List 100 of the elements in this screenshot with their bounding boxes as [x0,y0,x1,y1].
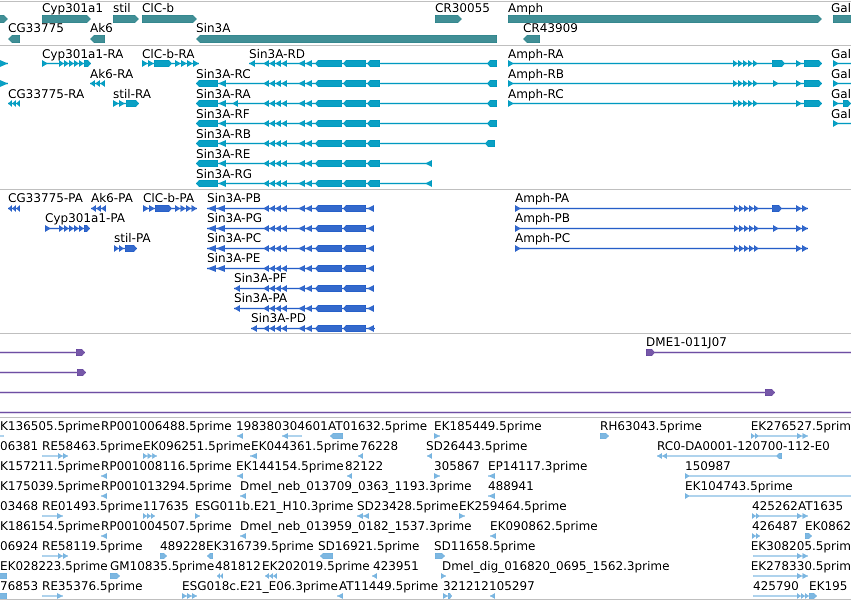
est-label: 82122 [345,460,384,472]
est-label: 105297 [489,580,535,592]
est-label: ESG011b.E21_H10.3prime [195,500,354,512]
transcript-label: ClC-b-RA [142,48,194,60]
est-label: EK044361.5prime [251,440,359,452]
est-label: 117635 [143,500,189,512]
est-label: K136505.5prime [0,420,100,432]
gene-label: CR30055 [435,2,490,14]
est-label: EK0862 [805,520,851,532]
est-label: EP14117.3prime [488,460,588,472]
est-label: K157211.5prime [0,460,100,472]
gene-label: Gal [831,2,851,14]
gene-label: Amph [508,2,544,14]
est-label: EK276527.5prim [750,420,851,432]
transcript-label: Sin3A-RE [196,148,250,160]
est-label: Dmel_neb_013959_0182_1537.3prime [240,520,472,532]
transcript-label: Cyp301a1-RA [42,48,124,60]
transcript-label: Amph-RB [508,68,564,80]
est-label: EK278330.5prim [750,560,851,572]
est-label: SD16921.5prime [318,540,420,552]
est-label: ESG018c.E21_E06.3prime [182,580,338,592]
est-label: RH63043.5prime [600,420,702,432]
clone-label: DME1-011J07 [646,336,727,348]
est-label: RC0-DA0001-120700-112-E0 [657,440,830,452]
est-label: RP001013294.5prime [101,480,232,492]
est-label: EK316739.5prime [206,540,314,552]
est-label: EK185449.5prime [434,420,542,432]
est-label: 425790 [753,580,799,592]
transcript-label: Amph-RC [508,88,564,100]
gene-label: Ak6 [90,22,113,34]
est-label: 423951 [373,560,419,572]
transcript-label: Gal [831,88,851,100]
protein-label: stil-PA [114,232,151,244]
protein-label: Amph-PB [515,212,570,224]
est-label: RP001006488.5prime [101,420,232,432]
est-label: EK202019.5prime [262,560,370,572]
transcript-label: Ak6-RA [90,68,134,80]
protein-label: Sin3A-PE [207,252,260,264]
protein-label: Cyp301a1-PA [45,212,125,224]
est-label: EK308205.5prim [750,540,851,552]
est-label: 488941 [488,480,534,492]
est-label: SD23428.5prime [357,500,458,512]
est-label: 76853 [0,580,38,592]
protein-label: CG33775-PA [8,192,83,204]
est-label: EK259464.5prime [459,500,567,512]
est-label: AT11449.5prime [339,580,438,592]
est-label: 150987 [685,460,731,472]
est-label: RP001008116.5prime [101,460,232,472]
transcript-label: Sin3A-RG [196,168,252,180]
protein-label: Amph-PA [515,192,570,204]
est-label: 481812 [215,560,261,572]
est-label: EK144154.5prime [236,460,344,472]
protein-label: Sin3A-PC [207,232,262,244]
transcript-label: Amph-RA [508,48,564,60]
est-label: SD11658.5prime [434,540,536,552]
est-label: EK028223.5prime [0,560,108,572]
gene-label: stil [113,2,131,14]
est-label: 305867 [434,460,480,472]
est-label: 425262 [752,500,798,512]
est-label: K175039.5prime [0,480,100,492]
gene-label: Sin3A [196,22,230,34]
protein-label: Sin3A-PD [251,312,306,324]
est-label: RE35376.5prime [42,580,142,592]
transcript-label: Sin3A-RB [196,128,252,140]
est-label: 76228 [360,440,398,452]
est-label: AT01632.5prime [328,420,428,432]
est-label: 06924 [0,540,38,552]
est-label: Dmel_dig_016820_0695_1562.3prime [442,560,670,572]
est-label: 03468 [0,500,38,512]
est-label: 304601 [282,420,328,432]
est-label: EK090862.5prime [490,520,598,532]
transcript-label: Gal [831,108,851,120]
gene-label: Cyp301a1 [42,2,103,14]
est-label: RE58463.5prime [42,440,142,452]
transcript-label: Sin3A-RC [196,68,251,80]
transcript-label: CG33775-RA [8,88,84,100]
est-label: K186154.5prime [0,520,100,532]
protein-label: Ak6-PA [91,192,133,204]
est-label: GM10835.5prime [110,560,214,572]
est-label: Dmel_neb_013709_0363_1193.3prime [240,480,472,492]
transcript-label: Sin3A-RF [196,108,250,120]
est-label: 06381 [0,440,38,452]
transcript-label: Gal [831,48,851,60]
gene-label: CR43909 [523,22,578,34]
est-label: EK096251.5prime [143,440,251,452]
protein-label: ClC-b-PA [143,192,194,204]
est-label: 426487 [752,520,798,532]
transcript-label: stil-RA [113,88,152,100]
protein-label: Amph-PC [515,232,570,244]
transcript-label: Gal [831,68,851,80]
protein-label: Sin3A-PB [207,192,261,204]
est-label: SD26443.5prime [426,440,528,452]
est-label: RE58119.5prime [42,540,142,552]
est-label: AT1635 [798,500,844,512]
est-label: RE01493.5prime [42,500,142,512]
est-label: 198380 [236,420,282,432]
gene-label: ClC-b [142,2,174,14]
est-label: EK195 [809,580,848,592]
protein-label: Sin3A-PA [234,292,288,304]
protein-label: Sin3A-PG [207,212,262,224]
